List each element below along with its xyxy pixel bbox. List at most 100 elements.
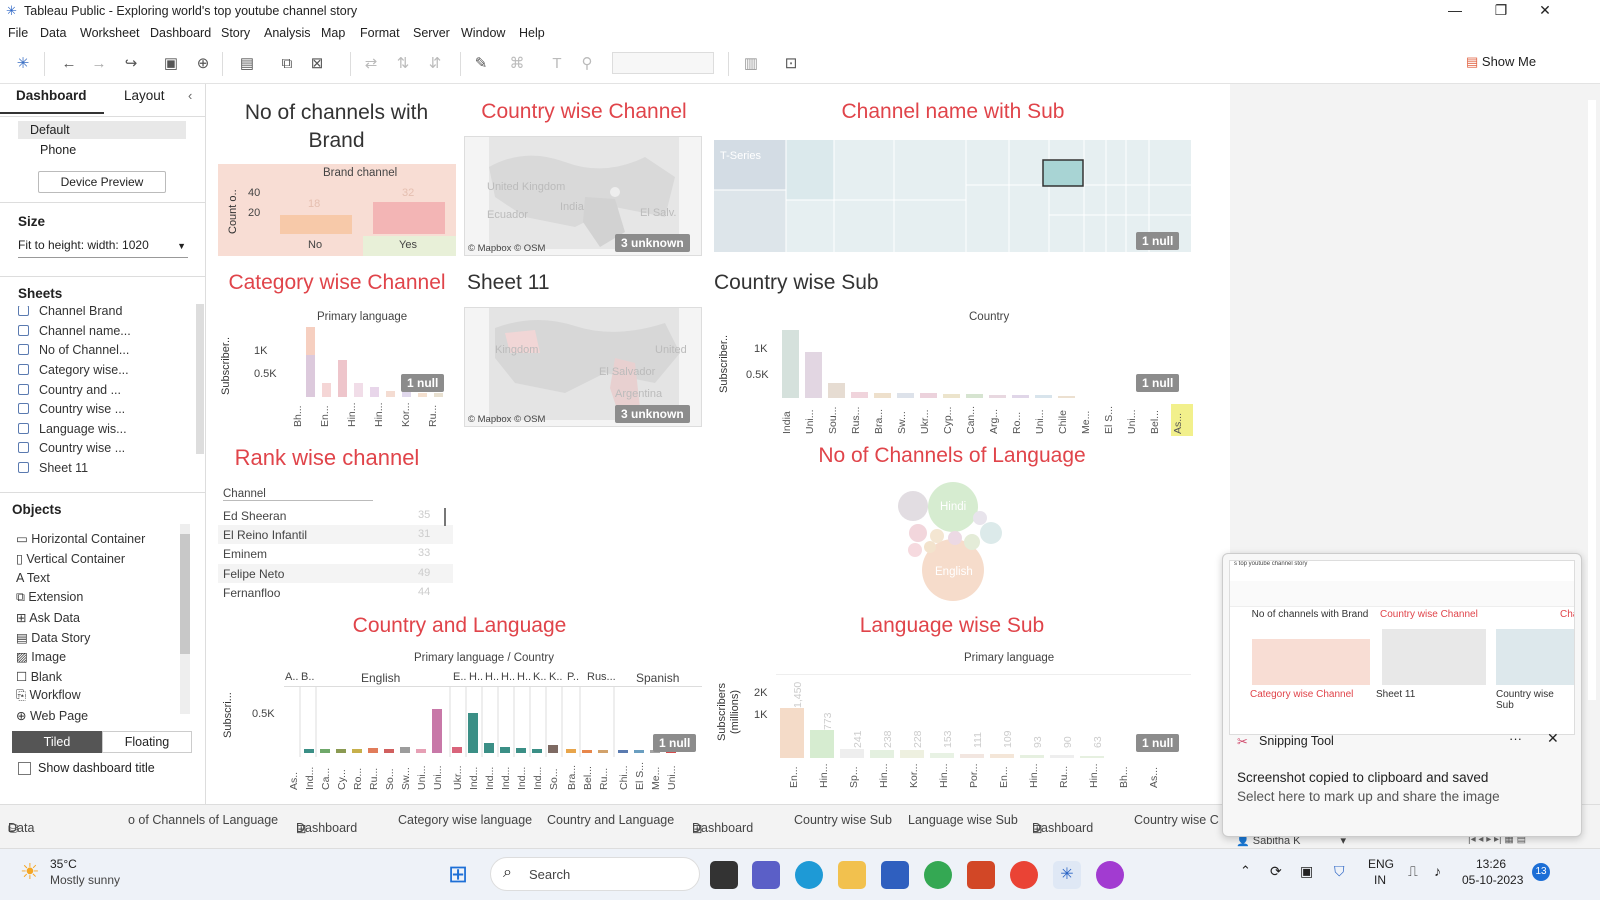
antivirus-icon[interactable]: ▣ xyxy=(1300,863,1313,880)
group-icon[interactable]: ⌘ xyxy=(506,53,528,75)
size-dropdown[interactable]: Fit to height: width: 1020 ▼ xyxy=(18,238,188,258)
object-data-story[interactable]: ▤ Data Story xyxy=(16,630,90,645)
table-row[interactable]: Felipe Neto 49 xyxy=(218,564,453,583)
country-lang-chart[interactable]: Primary language / Country Subscri... 0.… xyxy=(218,652,708,790)
rank-table[interactable]: Channel Ed Sheeran 35 El Reino Infantil 31… xyxy=(218,488,463,600)
sheet-item[interactable]: Sheet 11 xyxy=(18,461,88,475)
app-icon[interactable] xyxy=(1096,861,1124,889)
screenshot-thumbnail[interactable]: s top youtube channel story No of channe… xyxy=(1229,560,1575,735)
weather-temp[interactable]: 35°C xyxy=(50,857,77,871)
language-indicator[interactable]: ENG xyxy=(1368,857,1394,871)
sort-desc-icon[interactable]: ⇵ xyxy=(424,53,446,75)
category-chart[interactable]: Primary language Subscriber.. 1K 0.5K 1 … xyxy=(218,309,456,427)
tab-layout[interactable]: Layout xyxy=(124,88,165,112)
tab-sheet[interactable]: o of Channels of Language xyxy=(128,813,278,827)
table-row[interactable]: El Reino Infantil 31 xyxy=(218,525,453,544)
show-cards-icon[interactable]: ▥ xyxy=(740,53,762,75)
tab-sheet[interactable]: Country and Language xyxy=(547,813,674,827)
menu-help[interactable]: Help xyxy=(519,26,545,40)
minimize-icon[interactable]: — xyxy=(1432,0,1478,22)
language-region[interactable]: IN xyxy=(1374,873,1386,887)
lang-sub-chart[interactable]: Primary language Subscribers (millions) … xyxy=(714,652,1194,788)
menu-file[interactable]: File xyxy=(8,26,28,40)
clear-icon[interactable]: ⊠ xyxy=(306,53,328,75)
bar-yes[interactable] xyxy=(373,202,445,234)
duplicate-icon[interactable]: ⧉ xyxy=(276,53,298,75)
presentation-mode-icon[interactable]: ⊡ xyxy=(780,53,802,75)
more-options-button[interactable]: ··· xyxy=(1509,731,1522,746)
menu-format[interactable]: Format xyxy=(360,26,400,40)
tab-sheet[interactable]: Country wise C xyxy=(1134,813,1219,827)
sheet-item[interactable]: No of Channel... xyxy=(18,343,129,357)
weather-text[interactable]: Mostly sunny xyxy=(50,873,120,887)
device-default[interactable]: Default xyxy=(30,123,70,137)
objects-scrollbar[interactable] xyxy=(180,524,190,714)
null-badge[interactable]: 1 null xyxy=(1136,734,1180,752)
null-badge[interactable]: 1 null xyxy=(1136,232,1180,250)
object-text[interactable]: A Text xyxy=(16,571,50,585)
sheet11-map[interactable]: Kingdom United El Salvador Argentina © M… xyxy=(464,307,702,427)
table-row[interactable]: Ed Sheeran 35 xyxy=(218,506,453,525)
tableau-taskbar-icon[interactable]: ✳ xyxy=(1053,861,1081,889)
undo-icon[interactable]: ← xyxy=(58,53,80,75)
network-icon[interactable]: ⎍ xyxy=(1408,863,1418,880)
powerpoint-icon[interactable] xyxy=(967,861,995,889)
label-icon[interactable]: T xyxy=(546,53,568,75)
tab-sheet[interactable]: Country wise Sub xyxy=(794,813,892,827)
teams-icon[interactable] xyxy=(752,861,780,889)
highlight-icon[interactable]: ✎ xyxy=(470,53,492,75)
sheet-item[interactable]: Channel name... xyxy=(18,324,131,338)
menu-server[interactable]: Server xyxy=(413,26,450,40)
sheet-item[interactable]: Country wise ... xyxy=(18,441,125,455)
pin-icon[interactable]: ⚲ xyxy=(576,53,598,75)
new-data-source-icon[interactable]: ⊕ xyxy=(192,53,214,75)
device-phone[interactable]: Phone xyxy=(40,143,76,157)
floating-toggle[interactable]: Floating xyxy=(102,731,192,753)
new-worksheet-icon[interactable]: ▤ xyxy=(236,53,258,75)
menu-dashboard[interactable]: Dashboard xyxy=(150,26,211,40)
menu-data[interactable]: Data xyxy=(40,26,66,40)
sort-asc-icon[interactable]: ⇅ xyxy=(392,53,414,75)
windows-start-icon[interactable]: ⊞ xyxy=(448,861,476,889)
sheet-item[interactable]: Country wise ... xyxy=(18,402,125,416)
task-view-icon[interactable] xyxy=(710,861,738,889)
replay-icon[interactable]: ↪ xyxy=(120,53,142,75)
notification-badge[interactable]: 13 xyxy=(1532,863,1550,881)
object-extension[interactable]: ⧉ Extension xyxy=(16,590,83,605)
close-icon[interactable]: ✕ xyxy=(1522,0,1568,22)
collapse-icon[interactable]: ‹ xyxy=(188,88,192,103)
device-preview-button[interactable]: Device Preview xyxy=(38,171,166,193)
table-row[interactable]: Eminem 33 xyxy=(218,544,453,563)
sheet-item[interactable]: Language wis... xyxy=(18,422,127,436)
bar-no[interactable] xyxy=(280,215,352,234)
snipping-notification[interactable]: s top youtube channel story No of channe… xyxy=(1222,553,1582,837)
clock-date[interactable]: 05-10-2023 xyxy=(1462,873,1523,887)
chrome-profile-icon[interactable] xyxy=(1010,861,1038,889)
close-icon[interactable]: ✕ xyxy=(1547,730,1559,747)
null-badge[interactable]: 1 null xyxy=(401,374,445,392)
taskbar-search[interactable]: ⌕ Search xyxy=(490,857,700,891)
unknown-badge[interactable]: 3 unknown xyxy=(615,405,690,423)
country-sub-chart[interactable]: Country Subscriber.. 1K 0.5K 1 null Indi… xyxy=(714,309,1194,436)
menu-window[interactable]: Window xyxy=(461,26,505,40)
country-channel-map[interactable]: United Kingdom Ecuador India El Salv. © … xyxy=(464,136,702,256)
table-scrollbar[interactable] xyxy=(444,508,446,526)
object-vertical-container[interactable]: ▯ Vertical Container xyxy=(16,551,125,566)
sheet-item[interactable]: Country and ... xyxy=(18,383,121,397)
tableau-logo-icon[interactable]: ✳ xyxy=(12,53,34,75)
tab-sheet[interactable]: Category wise language xyxy=(398,813,532,827)
menu-map[interactable]: Map xyxy=(321,26,345,40)
redo-icon[interactable]: → xyxy=(88,53,110,75)
null-badge[interactable]: 1 null xyxy=(653,734,697,752)
sheet-item[interactable]: Channel Brand xyxy=(18,306,122,318)
clock-time[interactable]: 13:26 xyxy=(1476,857,1506,871)
fit-dropdown[interactable] xyxy=(612,52,714,74)
lang-bubble-chart[interactable]: Hindi English xyxy=(895,480,1010,602)
unknown-badge[interactable]: 3 unknown xyxy=(615,234,690,252)
object-ask-data[interactable]: ⊞ Ask Data xyxy=(16,610,80,625)
show-title-checkbox[interactable] xyxy=(18,762,31,775)
object-horizontal-container[interactable]: ▭ Horizontal Container xyxy=(16,531,145,546)
channel-sub-treemap[interactable]: T-Series 1 null xyxy=(714,140,1191,252)
swap-icon[interactable]: ⇄ xyxy=(360,53,382,75)
file-explorer-icon[interactable] xyxy=(838,861,866,889)
